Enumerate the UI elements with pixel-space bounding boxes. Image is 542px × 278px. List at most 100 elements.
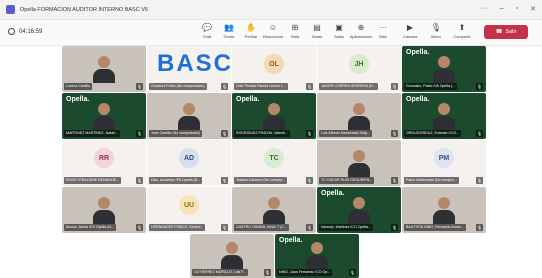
opella-logo: Opella. xyxy=(236,96,260,103)
participant-name: Gonzalez, Pablo /VA Opella (... xyxy=(404,83,458,90)
participant-tile[interactable]: Jose Castillo (No comprobado) 🎙 xyxy=(147,93,231,139)
share-icon: ⬆ xyxy=(458,23,466,32)
participant-name: RODRIGUEZ PINZON, Valenti... xyxy=(234,130,290,137)
tool-reaccionar[interactable]: ☺ Reaccionar xyxy=(262,23,284,43)
participant-tile[interactable]: GUTIERREZ MURILLO, Luis F... 🎙 xyxy=(190,234,274,278)
participant-video xyxy=(433,56,455,84)
mic-muted-icon: 🎙 xyxy=(221,130,228,137)
opella-logo: Opella. xyxy=(66,96,90,103)
notes-icon: ▤ xyxy=(313,23,321,32)
tool-chat[interactable]: 💬 Chat xyxy=(196,23,218,43)
tool-label: Salas xyxy=(333,34,344,39)
participant-name: Luis Alfredo Maldonado Salg... xyxy=(319,130,372,137)
apps-icon: ⊕ xyxy=(357,23,365,32)
participant-video xyxy=(433,103,455,131)
mic-muted-icon: 🎙 xyxy=(221,177,228,184)
participant-tile[interactable]: Opella. ORDUZ/ORDUZ, Estevan /CO/... 🎙 xyxy=(402,93,486,139)
tool-aplicaciones[interactable]: ⊕ Aplicaciones xyxy=(350,23,372,43)
close-icon[interactable]: ✕ xyxy=(530,5,536,13)
participant-video xyxy=(178,103,200,131)
meeting-timer: 04:16:59 xyxy=(8,28,42,35)
tool-micro[interactable]: 🎙 Micro xyxy=(424,23,448,43)
participant-video xyxy=(93,103,115,131)
participant-tile[interactable]: Opella. Gonzalez, Pablo /VA Opella (... 🎙 xyxy=(402,46,486,92)
tool-label: Chat xyxy=(202,34,212,39)
mic-muted-icon: 🎙 xyxy=(221,83,228,90)
toolbar-actions: 💬 Chat 👥 Gente ✋ Perfilar ☺ Reaccionar ⊞ Vista ▤ No… xyxy=(196,23,394,43)
participant-name: Diaz, Araceliyn /PA Opella (N... xyxy=(149,177,203,184)
participant-tile[interactable]: JH JAVIER CORREA HERRERA (N... 🎙 xyxy=(317,46,401,92)
tool-gente[interactable]: 👥 Gente xyxy=(218,23,240,43)
people-icon: 👥 xyxy=(224,23,234,32)
participant-tile[interactable]: RR ROSA YERALDINE BENAVIDE... 🎙 xyxy=(62,140,146,186)
participant-tile[interactable]: Lorena Castillo 🎙 xyxy=(62,46,146,92)
mic-muted-icon: 🎙 xyxy=(306,130,313,137)
participant-name: Tatiana Cardona (No compro... xyxy=(234,177,288,184)
participant-tile[interactable]: TC Tatiana Cardona (No compro... 🎙 xyxy=(232,140,316,186)
tool-label: Cámara xyxy=(402,34,418,39)
mic-muted-icon: 🎙 xyxy=(306,83,313,90)
mic-muted-icon: 🎙 xyxy=(349,269,356,276)
participant-name: ORDUZ/ORDUZ, Estevan /CO/... xyxy=(404,130,461,137)
mic-muted-icon: 🎙 xyxy=(476,224,483,231)
maximize-icon[interactable]: ▫ xyxy=(516,5,518,13)
mic-muted-icon: 🎙 xyxy=(136,177,143,184)
timer-text: 04:16:59 xyxy=(19,28,43,35)
participant-tile[interactable]: UU HERNANDEZ PONCE, Gerard... 🎙 xyxy=(147,187,231,233)
participant-grid: Lorena Castillo 🎙 BASC Giovanni Prieto (No … xyxy=(0,46,542,278)
shield-icon xyxy=(8,28,15,35)
tool-compartir[interactable]: ⬆ Compartir xyxy=(450,23,474,43)
tool-label: Reaccionar xyxy=(262,34,284,39)
mic-icon: 🎙 xyxy=(430,23,442,32)
tool-notas[interactable]: ▤ Notas xyxy=(306,23,328,43)
more-window-icon[interactable]: ··· xyxy=(481,5,488,13)
participant-tile[interactable]: Opella. Naranjo, Martinez /CO Opella... 🎙 xyxy=(317,187,401,233)
tool-vista[interactable]: ⊞ Vista xyxy=(284,23,306,43)
participant-tile[interactable]: AD Diaz, Araceliyn /PA Opella (N... 🎙 xyxy=(147,140,231,186)
tool-label: Vista xyxy=(290,34,300,39)
participant-tile[interactable]: Luis Alfredo Maldonado Salg... 🎙 xyxy=(317,93,401,139)
tool-label: Gente xyxy=(223,34,235,39)
participant-tile[interactable]: OL Ortiz Peralta Fausto Leonel L... 🎙 xyxy=(232,46,316,92)
meeting-toolbar: 04:16:59 💬 Chat 👥 Gente ✋ Perfilar ☺ Reaccionar… xyxy=(0,20,542,46)
tool-label: Notas xyxy=(311,34,323,39)
participant-tile[interactable]: BASC Giovanni Prieto (No comprobado) 🎙 xyxy=(147,46,231,92)
participant-name: ROSA YERALDINE BENAVIDE... xyxy=(64,177,122,184)
participant-tile[interactable]: Opella. MARTINEZ MARTINEZ, Natali... 🎙 xyxy=(62,93,146,139)
participant-name: JAVIER CORREA HERRERA (N... xyxy=(319,83,378,90)
participant-avatar: AD xyxy=(179,148,199,169)
mic-muted-icon: 🎙 xyxy=(136,224,143,231)
participant-tile[interactable]: CASTRO OSMNA, Kevin T (C... 🎙 xyxy=(232,187,316,233)
participant-tile[interactable]: Opella. NINO, Juan Fernando /CO Op... 🎙 xyxy=(275,234,359,278)
opella-logo: Opella. xyxy=(406,96,430,103)
tool-perfilar[interactable]: ✋ Perfilar xyxy=(240,23,262,43)
participant-tile[interactable]: TC OSCAR RUIS GEOURIEN... 🎙 xyxy=(317,140,401,186)
participant-name: Naranjo, Martinez /CO Opella... xyxy=(319,224,374,231)
reactions-icon: ☺ xyxy=(268,23,278,32)
mic-muted-icon: 🎙 xyxy=(306,177,313,184)
participant-tile[interactable]: Munoz, Alexis /ES Opella (N... 🎙 xyxy=(62,187,146,233)
participant-name: HERNANDEZ PONCE, Gerard... xyxy=(149,224,206,231)
tool-más[interactable]: ··· Más xyxy=(372,23,394,43)
participant-name: NINO, Juan Fernando /CO Op... xyxy=(277,269,333,276)
participant-video xyxy=(93,56,115,84)
basc-banner: BASC xyxy=(157,50,231,77)
participant-tile[interactable]: Opella. RODRIGUEZ PINZON, Valenti... 🎙 xyxy=(232,93,316,139)
title-bar: Opella FORMACION AUDITOR INTERNO BASC V6… xyxy=(0,0,542,20)
mic-muted-icon: 🎙 xyxy=(306,224,313,231)
participant-tile[interactable]: PM Pablo Maldonado (No compro... 🎙 xyxy=(402,140,486,186)
participant-video xyxy=(263,103,285,131)
minimize-icon[interactable]: – xyxy=(500,5,504,13)
participant-video xyxy=(93,197,115,225)
participant-name: Lorena Castillo xyxy=(64,83,92,90)
participant-tile[interactable]: BAUTISTA NINO, Fernando Andre... 🎙 xyxy=(402,187,486,233)
leave-button[interactable]: ☎ Salir xyxy=(484,25,528,39)
tool-label: Micro xyxy=(431,34,441,39)
tool-cámara[interactable]: ▶ Cámara xyxy=(398,23,422,43)
mic-muted-icon: 🎙 xyxy=(476,177,483,184)
participant-name: TC OSCAR RUIS GEOURIEN... xyxy=(319,177,375,184)
participant-name: Munoz, Alexis /ES Opella (N... xyxy=(64,224,117,231)
view-icon: ⊞ xyxy=(291,23,299,32)
window-controls: ··· – ▫ ✕ xyxy=(481,5,536,13)
tool-salas[interactable]: ▣ Salas xyxy=(328,23,350,43)
